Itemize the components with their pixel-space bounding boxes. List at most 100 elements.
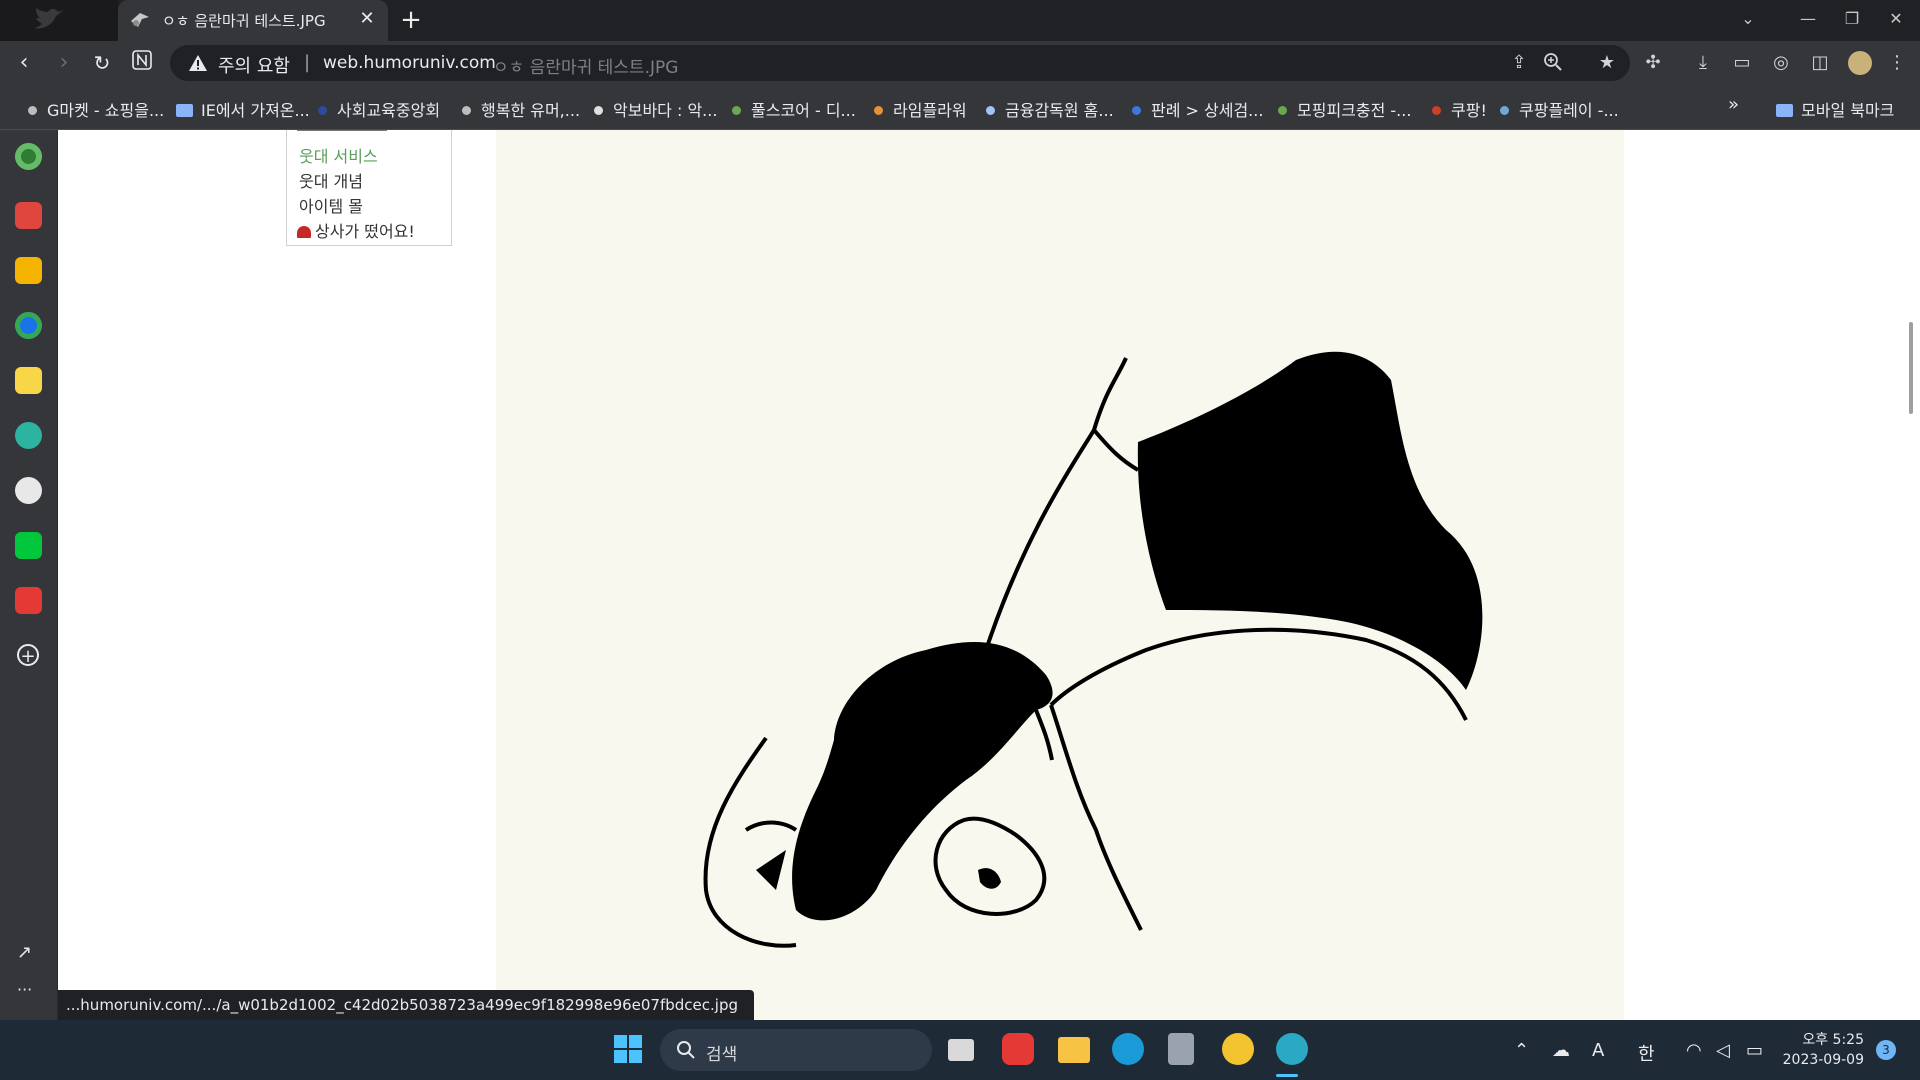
bird-app-icon[interactable] (15, 312, 42, 339)
tab-search-icon[interactable]: ⌄ (1731, 6, 1765, 32)
webtoon-icon[interactable] (15, 532, 42, 559)
bookmark-item[interactable]: 판례 > 상세검... (1132, 97, 1264, 120)
bookmark-item[interactable]: G마켓 - 쇼핑을... (28, 97, 165, 120)
new-tab-button[interactable]: + (398, 7, 424, 33)
page-content: 웃대 서비스 웃대 개념 아이템 몰 상사가 떴어요! (58, 130, 1920, 1020)
bookmark-item[interactable]: IE에서 가져온... (176, 97, 310, 120)
share-icon[interactable]: ⇪ (1508, 52, 1530, 74)
pinned-tab-twitter[interactable] (0, 0, 118, 41)
ime-mode-a[interactable]: A (1592, 1040, 1604, 1061)
side-panel-icon[interactable]: ◫ (1809, 52, 1831, 74)
calculator-icon[interactable] (1168, 1033, 1194, 1065)
green-app-icon[interactable] (15, 143, 42, 170)
zoom-icon[interactable] (1542, 52, 1564, 74)
bookmark-item[interactable]: 풀스코어 - 디... (732, 97, 856, 120)
bookmark-item[interactable]: 쿠팡! (1432, 97, 1487, 120)
tray-chevron-icon[interactable]: ⌃ (1514, 1040, 1529, 1061)
bookmark-favicon-icon (594, 106, 603, 115)
forward-arrow-icon[interactable]: › (50, 49, 78, 77)
bookmark-label: 금융감독원 홈... (1005, 101, 1114, 120)
bookmark-favicon-icon (28, 106, 37, 115)
profile-avatar[interactable] (1848, 51, 1872, 75)
bookmark-item[interactable]: 모핑피크충전 -... (1278, 97, 1411, 120)
file-explorer-icon[interactable] (1058, 1037, 1090, 1063)
whale-browser-icon[interactable] (1276, 1033, 1308, 1065)
chatgpt-icon[interactable] (15, 477, 42, 504)
tab-current[interactable]: ㅇㅎ 음란마귀 테스트.JPG ✕ (118, 0, 388, 41)
bookmark-item[interactable]: 행복한 유머,... (462, 97, 581, 120)
cast-icon[interactable]: ▭ (1731, 52, 1753, 74)
favorites-star-icon[interactable] (15, 257, 42, 284)
side-panel: + ↗ ··· (0, 130, 58, 1020)
page-scrollbar[interactable] (1909, 322, 1913, 414)
battery-icon[interactable]: ▭ (1746, 1040, 1763, 1061)
security-warning-label[interactable]: 주의 요함 (218, 52, 290, 78)
bookmark-item[interactable]: 라임플라워 (874, 97, 967, 120)
windows-start-icon[interactable] (612, 1033, 644, 1065)
bookmark-item[interactable]: 사회교육중앙회 (318, 97, 440, 120)
address-separator: | (304, 52, 311, 73)
more-dots-icon[interactable]: ··· (17, 980, 39, 1000)
tab-title: ㅇㅎ 음란마귀 테스트.JPG (162, 12, 326, 30)
volume-icon[interactable]: ◁ (1716, 1040, 1730, 1061)
folder-icon (1776, 104, 1793, 117)
external-link-icon[interactable]: ↗ (17, 942, 37, 963)
kakaotalk-icon[interactable] (1222, 1033, 1254, 1065)
restore-button[interactable]: ❐ (1835, 6, 1869, 32)
taskbar-search[interactable]: 검색 (660, 1029, 932, 1071)
taskbar-clock[interactable]: 오후 5:25 2023-09-09 (1768, 1030, 1864, 1070)
bookmark-label: 쿠팡플레이 -... (1519, 101, 1619, 120)
bookmark-label: IE에서 가져온... (201, 101, 310, 120)
play-icon[interactable] (15, 422, 42, 449)
illusion-drawing (703, 351, 1483, 948)
bookmarks-bar: » 모바일 북마크 G마켓 - 쇼핑을... IE에서 가져온... 사회교육중앙회… (0, 85, 1920, 130)
service-menu: 웃대 서비스 웃대 개념 아이템 몰 상사가 떴어요! (286, 130, 452, 246)
edge-icon[interactable] (1112, 1033, 1144, 1065)
tab-close-icon[interactable]: ✕ (356, 8, 378, 30)
notification-badge[interactable]: 3 (1876, 1040, 1896, 1060)
naver-home-icon[interactable] (128, 49, 156, 77)
bookmark-star-icon[interactable]: ★ (1596, 52, 1618, 74)
menu-item-concept[interactable]: 웃대 개념 (299, 168, 363, 192)
siren-icon (297, 226, 311, 238)
bookmark-item[interactable]: 쿠팡플레이 -... (1500, 97, 1619, 120)
bookmark-favicon-icon (318, 106, 327, 115)
warning-icon (189, 55, 207, 71)
mobile-bookmarks-label: 모바일 북마크 (1801, 101, 1895, 120)
menu-item-service[interactable]: 웃대 서비스 (299, 143, 378, 167)
close-window-button[interactable]: ✕ (1879, 6, 1913, 32)
bookmark-label: 행복한 유머,... (481, 101, 581, 120)
menu-kebab-icon[interactable]: ⋮ (1886, 52, 1908, 74)
extensions-icon[interactable]: ✣ (1642, 52, 1664, 74)
address-bar[interactable]: 주의 요함 | web.humoruniv.com ㅇㅎ 음란마귀 테스트.JP… (170, 45, 1630, 81)
reload-icon[interactable]: ↻ (88, 49, 116, 77)
bookmark-label: 판례 > 상세검... (1151, 101, 1264, 120)
mobile-bookmarks-folder[interactable]: 모바일 북마크 (1776, 97, 1895, 120)
minimize-button[interactable]: — (1791, 6, 1825, 32)
now-icon[interactable] (15, 587, 42, 614)
bookmarks-overflow-icon[interactable]: » (1728, 94, 1739, 115)
pocket-icon[interactable] (15, 202, 42, 229)
memo-icon[interactable] (15, 367, 42, 394)
onedrive-icon[interactable]: ☁ (1552, 1040, 1570, 1061)
capture-icon[interactable]: ◎ (1770, 52, 1792, 74)
bookmark-favicon-icon (1132, 106, 1141, 115)
menu-item-boss-label: 상사가 떴어요! (315, 222, 415, 241)
wifi-icon[interactable]: ◠ (1686, 1040, 1702, 1061)
back-arrow-icon[interactable]: ‹ (10, 49, 38, 77)
task-view-icon[interactable] (948, 1039, 974, 1061)
bookmark-favicon-icon (1500, 106, 1509, 115)
bookmark-item[interactable]: 금융감독원 홈... (986, 97, 1114, 120)
main-image (496, 130, 1624, 1020)
bookmark-label: G마켓 - 쇼핑을... (47, 101, 165, 120)
menu-item-itemmall[interactable]: 아이템 몰 (299, 193, 363, 217)
download-icon[interactable]: ⤓ (1692, 52, 1714, 74)
bookmark-favicon-icon (874, 106, 883, 115)
flow-app-icon[interactable] (1002, 1033, 1034, 1065)
bookmark-item[interactable]: 악보바다 : 악... (594, 97, 717, 120)
add-panel-icon[interactable]: + (17, 644, 39, 667)
bookmark-favicon-icon (462, 106, 471, 115)
ime-mode-han[interactable]: 한 (1638, 1040, 1655, 1066)
menu-item-boss[interactable]: 상사가 떴어요! (297, 218, 415, 242)
clock-date: 2023-09-09 (1782, 1052, 1864, 1068)
